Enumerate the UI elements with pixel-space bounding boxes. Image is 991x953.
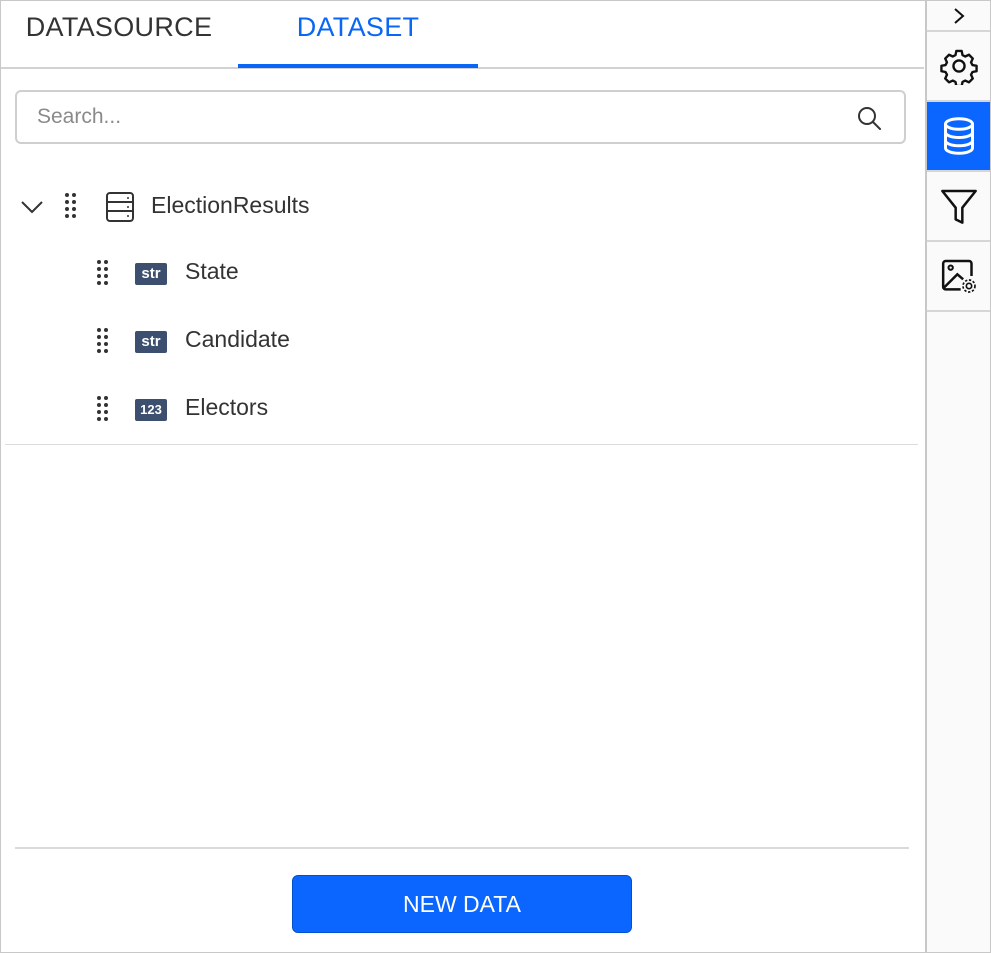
data-button[interactable]	[927, 102, 990, 172]
divider	[5, 444, 918, 445]
search-box	[15, 90, 906, 144]
side-rail	[925, 1, 990, 952]
properties-button[interactable]	[927, 32, 990, 102]
field-item[interactable]: str State	[1, 242, 918, 302]
tab-datasource[interactable]: DATASOURCE	[1, 1, 237, 67]
filter-icon	[940, 189, 977, 224]
data-panel: DATASOURCE DATASET ElectionResults	[1, 1, 924, 952]
drag-handle-icon[interactable]	[65, 193, 77, 219]
dataset-table-icon	[106, 192, 134, 222]
string-type-icon: str	[135, 331, 167, 353]
string-type-icon: str	[135, 263, 167, 285]
dataset-name: ElectionResults	[151, 192, 310, 218]
chevron-right-icon	[953, 7, 965, 24]
search-icon[interactable]	[856, 105, 882, 131]
new-data-button[interactable]: NEW DATA	[292, 875, 632, 933]
field-item[interactable]: 123 Electors	[1, 378, 918, 438]
field-name: Candidate	[185, 326, 290, 352]
image-settings-button[interactable]	[927, 242, 990, 312]
divider	[15, 847, 909, 849]
search-input[interactable]	[37, 92, 837, 142]
database-icon	[943, 117, 974, 155]
tab-bar: DATASOURCE DATASET	[1, 1, 924, 69]
field-item[interactable]: str Candidate	[1, 310, 918, 370]
drag-handle-icon[interactable]	[97, 260, 109, 286]
filter-button[interactable]	[927, 172, 990, 242]
drag-handle-icon[interactable]	[97, 328, 109, 354]
drag-handle-icon[interactable]	[97, 396, 109, 422]
tab-dataset[interactable]: DATASET	[238, 1, 478, 67]
active-tab-indicator	[238, 64, 478, 68]
field-name: State	[185, 258, 239, 284]
collapse-button[interactable]	[927, 1, 990, 32]
dataset-node[interactable]: ElectionResults	[1, 175, 918, 235]
number-type-icon: 123	[135, 399, 167, 421]
field-name: Electors	[185, 394, 269, 420]
image-settings-icon	[941, 259, 976, 293]
chevron-down-icon[interactable]	[20, 195, 44, 219]
gear-icon	[939, 49, 978, 85]
